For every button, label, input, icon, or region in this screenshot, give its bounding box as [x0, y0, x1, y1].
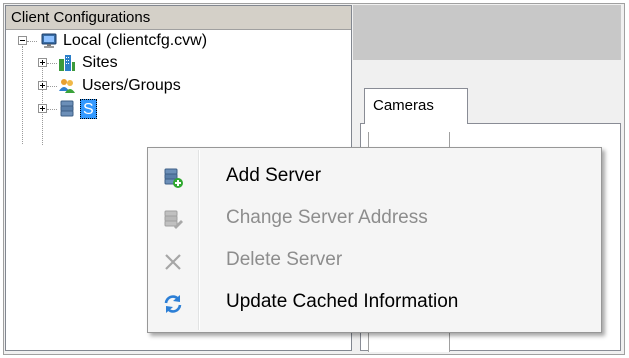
change-server-icon [164, 210, 183, 229]
tab-cameras[interactable]: Cameras [364, 88, 468, 124]
computer-icon [41, 33, 57, 48]
add-server-icon [164, 168, 183, 188]
delete-x-icon [165, 254, 181, 270]
menu-item-label: Add Server [226, 165, 322, 186]
users-groups-icon [59, 79, 75, 93]
expand-toggle-icon[interactable] [38, 104, 47, 113]
menu-item-label: Update Cached Information [226, 291, 459, 312]
tree-line [47, 86, 57, 87]
right-header-area [353, 5, 621, 60]
tree-node-label-selected: S [80, 99, 97, 119]
tree-node-servers[interactable]: S [6, 98, 306, 120]
menu-item-update-cached-information[interactable]: Update Cached Information [150, 283, 599, 323]
tree-line [47, 109, 57, 110]
context-menu: Add Server Change Server Address Delete … [147, 147, 602, 333]
menu-item-label: Delete Server [226, 249, 343, 270]
expand-toggle-icon[interactable] [38, 81, 47, 90]
tree-node-local[interactable]: Local (clientcfg.cvw) [6, 30, 346, 52]
tree-node-label: Local (clientcfg.cvw) [63, 32, 208, 49]
collapse-toggle-icon[interactable] [18, 36, 27, 45]
tree-line [27, 41, 37, 42]
tree-line [47, 63, 57, 64]
tree-node-label: Users/Groups [82, 77, 181, 94]
tree-header: Client Configurations [6, 6, 351, 30]
tree-node-users-groups[interactable]: Users/Groups [6, 75, 306, 97]
tree-node-label: Sites [82, 54, 118, 71]
menu-item-add-server[interactable]: Add Server [150, 157, 599, 197]
menu-item-change-server-address[interactable]: Change Server Address [150, 199, 599, 239]
refresh-icon [164, 295, 182, 313]
tree-node-sites[interactable]: Sites [6, 52, 306, 74]
expand-toggle-icon[interactable] [38, 58, 47, 67]
menu-item-delete-server[interactable]: Delete Server [150, 241, 599, 281]
sites-icon [59, 55, 75, 71]
servers-icon [60, 100, 74, 117]
menu-item-label: Change Server Address [226, 207, 428, 228]
